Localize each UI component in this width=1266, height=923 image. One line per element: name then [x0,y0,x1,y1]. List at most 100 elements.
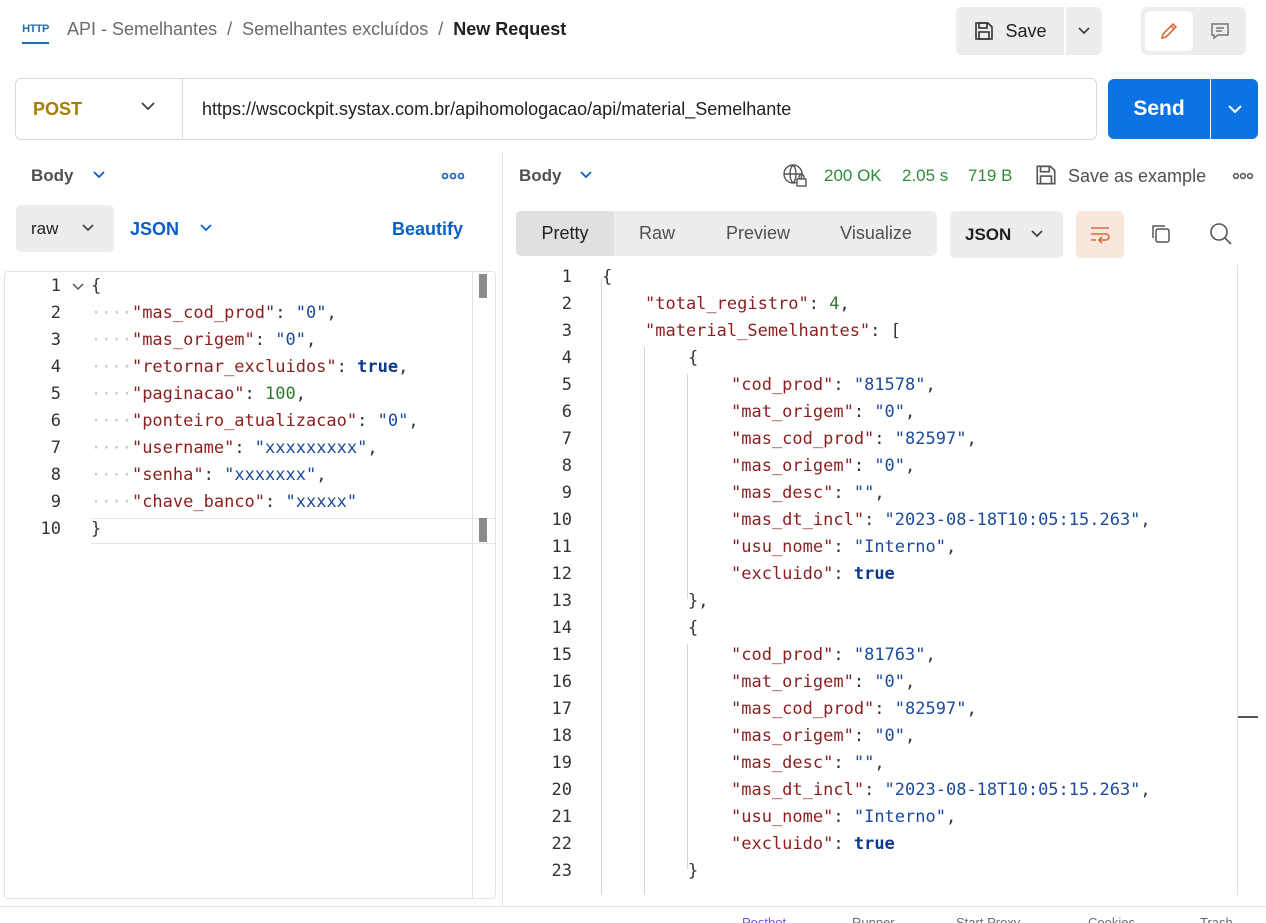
response-body-viewer[interactable]: 1 {2 "total_registro": 4, 3 "material_Semelh… [516,265,1256,895]
tab-pretty[interactable]: Pretty [516,211,614,256]
request-body-label[interactable]: Body [31,166,74,186]
search-icon[interactable] [1208,221,1234,247]
code-line: "mas_dt_incl": "2023-08-18T10:05:15.263"… [731,510,1151,530]
globe-lock-icon[interactable] [782,163,808,189]
save-as-example-button[interactable]: Save as example [1068,166,1206,187]
json-value: "" [853,483,875,503]
copy-icon[interactable] [1148,221,1174,247]
json-key: "cod_prod" [731,645,834,665]
json-key: "mas_desc" [731,753,834,773]
breadcrumb-collection[interactable]: API - Semelhantes [67,19,217,40]
tab-visualize[interactable]: Visualize [822,211,930,256]
body-language-select[interactable]: JSON [130,219,179,240]
code-line: "mas_origem": "0", [731,456,915,476]
pencil-icon [1160,22,1178,40]
more-options-icon[interactable] [1232,172,1254,180]
save-group: Save [956,7,1102,55]
wrap-lines-button[interactable] [1076,211,1124,258]
line-number: 13 [551,591,572,611]
json-bracket: } [91,519,102,539]
url-input[interactable]: https://wscockpit.systax.com.br/apihomol… [202,99,791,120]
save-button[interactable]: Save [956,7,1064,55]
json-key: "paginacao" [131,384,245,404]
json-colon: : [234,438,255,458]
body-mode-select[interactable]: raw [16,205,114,252]
json-colon: : [357,411,378,431]
code-line: "mas_desc": "", [731,483,885,503]
line-number: 4 [561,348,572,368]
code-line: ····"mas_cod_prod": "0", [91,303,337,323]
json-key: "mas_origem" [131,330,255,350]
edit-mode-button[interactable] [1145,11,1193,51]
whitespace-marker: ···· [91,357,132,377]
json-colon: : [244,384,266,404]
json-key: "usu_nome" [731,537,834,557]
json-colon: : [833,375,854,395]
code-line: "usu_nome": "Interno", [731,537,956,557]
indent-guide [644,347,645,895]
save-dropdown-button[interactable] [1066,7,1102,55]
json-comma: , [408,411,419,431]
json-key: "mas_cod_prod" [731,699,875,719]
line-number: 7 [561,429,572,449]
line-number: 17 [551,699,572,719]
json-colon: : [833,834,854,854]
beautify-button[interactable]: Beautify [392,219,463,240]
tab-raw[interactable]: Raw [620,211,694,256]
http-icon: HTTP [22,20,49,44]
response-format-select[interactable]: JSON [950,211,1063,258]
more-options-icon[interactable] [441,172,465,180]
code-line: "mas_cod_prod": "82597", [731,699,977,719]
response-body-label[interactable]: Body [519,166,562,186]
send-button[interactable]: Send [1108,79,1210,139]
response-scrollbar-track[interactable] [1237,265,1238,895]
json-value: "81578" [853,375,926,395]
request-scrollbar-track[interactable] [472,272,473,898]
breadcrumb-separator: / [438,19,444,39]
request-body-editor[interactable]: 1{2 ····"mas_cod_prod": "0", 3 ····"mas_ori… [4,271,496,899]
json-key: "mas_desc" [731,483,834,503]
chevron-down-icon [1227,105,1242,114]
response-size[interactable]: 719 B [968,166,1012,186]
tab-preview[interactable]: Preview [706,211,810,256]
code-line: "usu_nome": "Interno", [731,807,956,827]
response-status[interactable]: 200 OK [824,166,882,186]
code-line: ····"paginacao": 100, [91,384,306,404]
json-key: "excluido" [731,564,834,584]
comment-mode-button[interactable] [1197,11,1243,51]
line-number: 16 [551,672,572,692]
json-value: "82597" [894,699,967,719]
json-value: "xxxxx" [285,492,358,512]
whitespace-marker: ···· [91,465,132,485]
response-time[interactable]: 2.05 s [902,166,948,186]
pane-divider[interactable] [502,152,503,922]
json-key: "chave_banco" [131,492,266,512]
line-number: 23 [551,861,572,881]
request-name[interactable]: New Request [453,19,566,40]
breadcrumb-folder[interactable]: Semelhantes excluídos [242,19,428,40]
line-number: 9 [561,483,572,503]
json-comma: , [367,438,378,458]
chevron-down-icon[interactable] [92,170,106,180]
json-key: "mas_cod_prod" [731,429,875,449]
chevron-down-icon[interactable] [199,223,213,233]
chevron-down-icon [1031,230,1043,238]
json-value: "2023-08-18T10:05:15.263" [884,510,1141,530]
send-dropdown-button[interactable] [1211,79,1258,139]
method-select[interactable]: POST [16,79,183,139]
fold-chevron-icon[interactable] [71,282,85,292]
json-colon: : [833,564,854,584]
json-value: "0" [874,726,906,746]
json-value: "Interno" [853,807,946,827]
chevron-down-icon[interactable] [579,170,593,180]
floppy-disk-icon[interactable] [1034,163,1058,187]
json-comma: , [945,537,957,557]
json-comma: , [839,294,850,314]
json-bracket: { [91,276,102,296]
breadcrumb-separator: / [227,19,233,39]
line-number: 1 [50,276,61,296]
indent-guide [687,374,688,599]
request-scrollbar-thumb[interactable] [479,274,487,298]
code-line: "material_Semelhantes": [ [645,321,901,341]
json-colon: : [254,330,276,350]
